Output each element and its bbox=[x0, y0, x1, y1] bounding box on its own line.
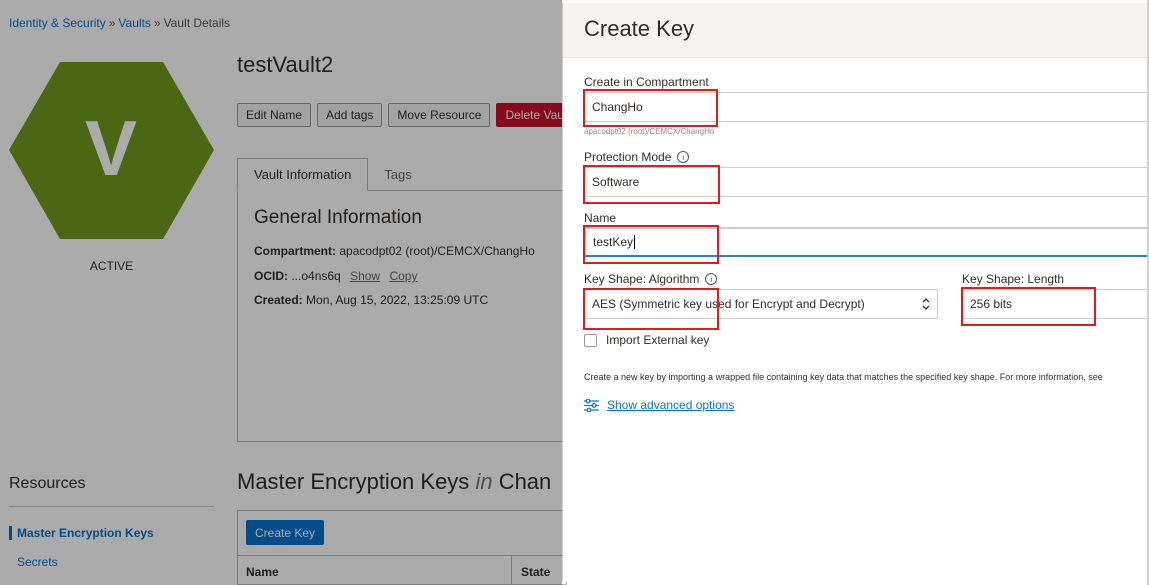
modal-backdrop[interactable] bbox=[0, 0, 562, 585]
compartment-field-label: Create in Compartment bbox=[584, 75, 709, 89]
length-label-text: Key Shape: Length bbox=[962, 272, 1065, 286]
name-field-label: Name bbox=[584, 211, 616, 225]
compartment-label-text: Create in Compartment bbox=[584, 75, 709, 89]
highlight-box bbox=[583, 165, 720, 204]
sliders-icon bbox=[584, 398, 599, 412]
create-key-panel: Create Key Create in Compartment ChangHo… bbox=[562, 3, 1147, 581]
name-label-text: Name bbox=[584, 211, 617, 225]
compartment-path: apacodpt02 (root)/CEMCX/ChangHo bbox=[584, 127, 715, 136]
protection-mode-label-text: Protection Mode bbox=[584, 150, 672, 164]
protection-mode-label: Protection Mode i bbox=[584, 150, 690, 164]
algorithm-label-text: Key Shape: Algorithm bbox=[584, 272, 700, 286]
highlight-box bbox=[961, 287, 1096, 326]
panel-header: Create Key bbox=[563, 3, 1147, 58]
show-advanced-options-link[interactable]: Show advanced options bbox=[607, 398, 734, 412]
import-external-key-row: Import External key bbox=[584, 333, 709, 347]
info-icon[interactable]: i bbox=[705, 273, 718, 285]
import-external-key-label[interactable]: Import External key bbox=[606, 333, 709, 347]
length-field-label: Key Shape: Length bbox=[962, 272, 1064, 286]
import-external-key-checkbox[interactable] bbox=[584, 333, 597, 347]
import-help-text: Create a new key by importing a wrapped … bbox=[584, 372, 1103, 382]
algorithm-field-label: Key Shape: Algorithm i bbox=[584, 272, 718, 286]
info-icon[interactable]: i bbox=[677, 151, 690, 163]
highlight-box bbox=[583, 89, 718, 127]
highlight-box bbox=[583, 225, 719, 264]
panel-title: Create Key bbox=[584, 16, 695, 41]
advanced-options-toggle[interactable]: Show advanced options bbox=[584, 398, 734, 412]
highlight-box bbox=[583, 288, 719, 330]
chevron-up-down-icon bbox=[922, 298, 930, 310]
